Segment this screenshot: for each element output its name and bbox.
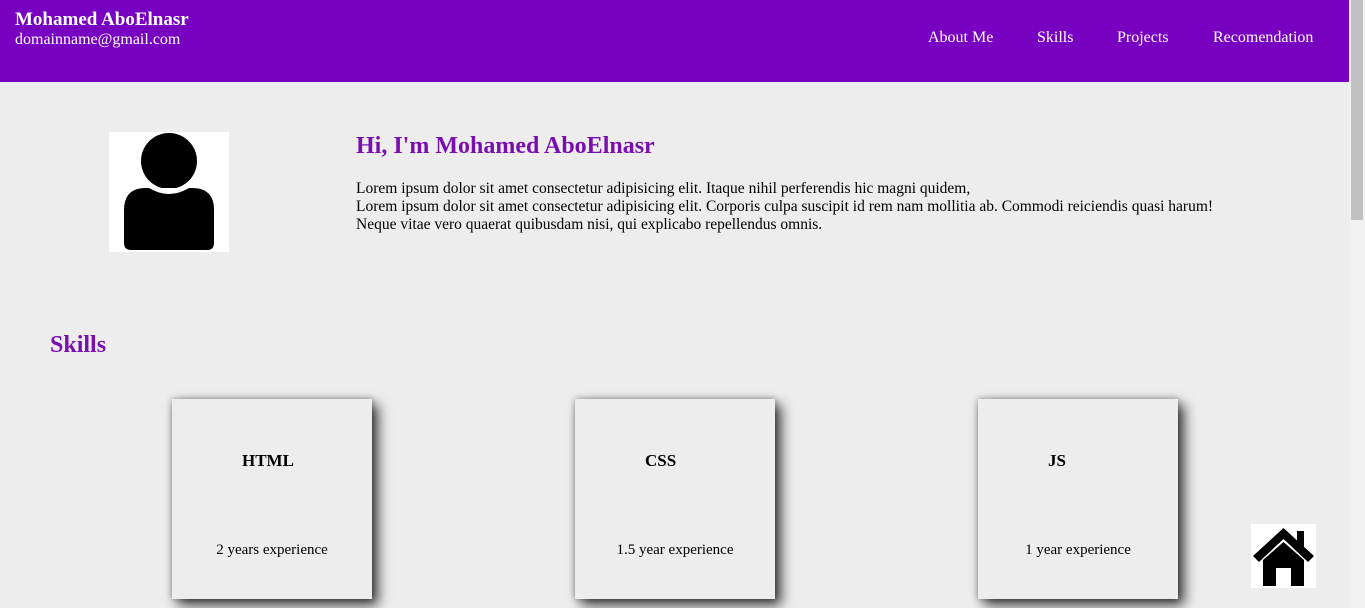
skill-name: HTML	[242, 451, 294, 470]
skill-name: CSS	[645, 451, 677, 470]
nav-link-skills[interactable]: Skills	[1037, 29, 1073, 47]
site-owner-name: Mohamed AboElnasr	[15, 9, 189, 30]
skill-card-html: HTML 2 years experience	[172, 399, 372, 599]
skill-card-js: JS 1 year experience	[978, 399, 1178, 599]
skill-experience: 1.5 year experience	[616, 542, 734, 558]
page-scrollbar[interactable]	[1349, 0, 1365, 608]
skill-card-css: CSS 1.5 year experience	[575, 399, 775, 599]
hero-line: Lorem ipsum dolor sit amet consectetur a…	[356, 180, 971, 197]
home-button[interactable]	[1251, 524, 1316, 588]
scrollbar-thumb[interactable]	[1351, 0, 1363, 220]
hero-line: Lorem ipsum dolor sit amet consectetur a…	[356, 198, 1214, 215]
skill-experience: 1 year experience	[1025, 542, 1131, 558]
nav-link-about-me[interactable]: About Me	[928, 29, 993, 47]
hero-line: Neque vitae vero quaerat quibusdam nisi,…	[356, 216, 823, 233]
skill-name: JS	[1048, 451, 1066, 470]
hero-title: Hi, I'm Mohamed AboElnasr	[356, 133, 655, 159]
skills-heading: Skills	[50, 332, 107, 358]
user-avatar-icon	[109, 132, 229, 252]
site-owner-email: domainname@gmail.com	[15, 31, 181, 48]
skill-experience: 2 years experience	[216, 542, 328, 558]
home-icon	[1253, 528, 1314, 586]
nav-link-recomendation[interactable]: Recomendation	[1213, 29, 1313, 47]
hero-description: Lorem ipsum dolor sit amet consectetur a…	[356, 180, 1296, 234]
portfolio-page: Mohamed AboElnasr domainname@gmail.com A…	[0, 0, 1349, 608]
top-navbar: Mohamed AboElnasr domainname@gmail.com A…	[0, 0, 1349, 82]
nav-link-projects[interactable]: Projects	[1117, 29, 1169, 47]
